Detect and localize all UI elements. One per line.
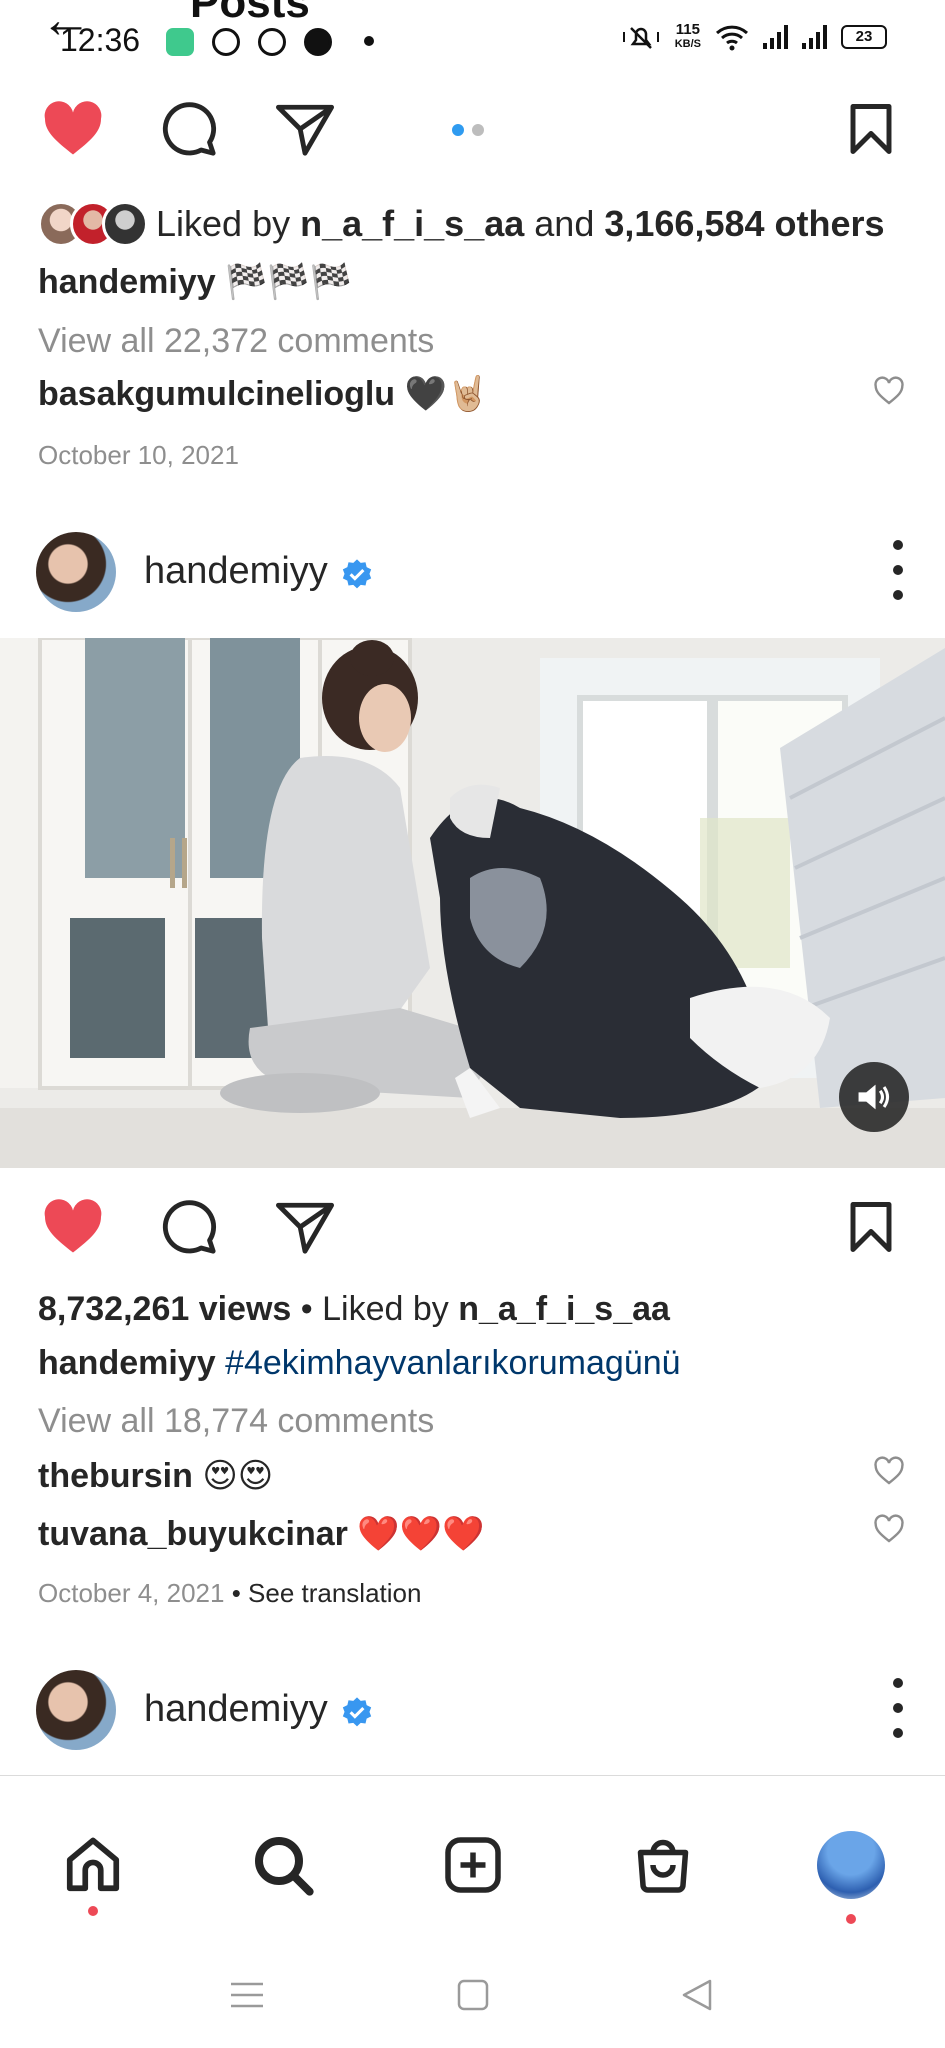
nav-divider: [0, 1775, 945, 1776]
more-options-icon[interactable]: [891, 1678, 905, 1738]
post-date-row: October 4, 2021 • See translation: [38, 1578, 421, 1609]
post-video[interactable]: [0, 638, 945, 1168]
save-button[interactable]: [836, 1192, 906, 1262]
liked-by-text: Liked by n_a_f_i_s_aa and 3,166,584 othe…: [156, 203, 885, 244]
comment-like-icon[interactable]: [873, 1456, 905, 1486]
post-actions: [0, 1192, 945, 1272]
share-button[interactable]: [270, 1192, 340, 1262]
activity-dot: [88, 1906, 98, 1916]
nav-profile[interactable]: [806, 1820, 896, 1924]
status-bar: ← Posts 12:36 115 KB/S 23: [0, 0, 945, 80]
nav-search[interactable]: [238, 1820, 328, 1910]
shopping-bag-icon: [637, 1839, 689, 1893]
share-icon: [276, 104, 334, 156]
page-title: Posts: [190, 0, 310, 27]
see-translation-link[interactable]: • See translation: [224, 1578, 422, 1608]
post-caption: handemiyy 🏁🏁🏁: [38, 263, 353, 301]
home-button[interactable]: [448, 1970, 498, 2020]
facebook-icon: [258, 28, 286, 56]
avatar: [102, 201, 148, 247]
likes-summary[interactable]: Liked by n_a_f_i_s_aa and 3,166,584 othe…: [38, 196, 885, 252]
post-username[interactable]: handemiyy: [144, 1688, 328, 1731]
square-icon: [457, 1979, 489, 2011]
post-caption: handemiyy #4ekimhayvanlarıkorumagünü: [38, 1344, 681, 1383]
like-button[interactable]: [38, 1192, 108, 1262]
carousel-indicator: [452, 124, 484, 136]
facebook-icon: [304, 28, 332, 56]
post-date: October 10, 2021: [38, 440, 239, 470]
activity-dot: [846, 1914, 856, 1924]
video-frame: [0, 638, 945, 1168]
home-icon: [66, 1837, 120, 1892]
comment-button[interactable]: [154, 1192, 224, 1262]
avatar[interactable]: [36, 532, 116, 612]
verified-badge-icon: [342, 559, 372, 589]
triangle-back-icon: [682, 1979, 712, 2011]
comment-like-icon[interactable]: [873, 376, 905, 406]
back-button[interactable]: [672, 1970, 722, 2020]
signal-icon: [763, 25, 788, 49]
save-button[interactable]: [836, 94, 906, 164]
system-navigation-bar: [0, 1950, 945, 2030]
sound-button[interactable]: [839, 1062, 909, 1132]
liked-by-user[interactable]: n_a_f_i_s_aa: [458, 1290, 670, 1328]
view-all-comments[interactable]: View all 22,372 comments: [38, 322, 434, 361]
view-all-comments[interactable]: View all 18,774 comments: [38, 1402, 434, 1441]
network-speed: 115 KB/S: [674, 21, 701, 50]
more-notifications-icon: [364, 36, 374, 46]
post-username[interactable]: handemiyy: [144, 550, 328, 593]
mute-icon: [622, 27, 659, 49]
comment-icon: [162, 102, 216, 156]
comment: basakgumulcinelioglu 🖤🤘🏼: [38, 375, 490, 413]
comment-button[interactable]: [154, 94, 224, 164]
profile-avatar: [817, 1831, 885, 1899]
post-header: handemiyy: [0, 524, 945, 614]
comment-username[interactable]: thebursin: [38, 1457, 193, 1495]
wifi-icon: [715, 25, 749, 51]
comment-icon: [162, 1200, 216, 1254]
comment-username[interactable]: basakgumulcinelioglu: [38, 375, 395, 413]
bookmark-icon: [850, 104, 892, 154]
nav-home[interactable]: [48, 1820, 138, 1916]
comment: thebursin 😍😍: [38, 1457, 274, 1495]
post-actions: [0, 94, 945, 174]
battery-indicator: 23: [841, 25, 887, 49]
search-icon: [255, 1837, 314, 1896]
verified-badge-icon: [342, 1697, 372, 1727]
bookmark-icon: [850, 1202, 892, 1252]
post-date: October 4, 2021: [38, 1578, 225, 1608]
status-time: 12:36: [60, 22, 141, 58]
nav-shop[interactable]: [618, 1820, 708, 1910]
avatar[interactable]: [36, 1670, 116, 1750]
like-button[interactable]: [38, 94, 108, 164]
comment: tuvana_buyukcinar ❤️❤️❤️: [38, 1515, 485, 1553]
post-header: handemiyy: [0, 1662, 945, 1752]
create-post-icon: [445, 1837, 501, 1893]
menu-lines-icon: [231, 1982, 263, 2008]
views-count[interactable]: 8,732,261 views: [38, 1290, 291, 1328]
views-and-likes: 8,732,261 views • Liked by n_a_f_i_s_aa: [38, 1290, 670, 1328]
liked-by-avatars: [38, 201, 148, 247]
share-icon: [276, 1202, 334, 1254]
liked-by-user[interactable]: n_a_f_i_s_aa: [300, 203, 524, 244]
comment-username[interactable]: tuvana_buyukcinar: [38, 1515, 348, 1553]
hashtag-link[interactable]: #4ekimhayvanlarıkorumagünü: [216, 1344, 681, 1382]
likes-count[interactable]: 3,166,584 others: [604, 203, 884, 244]
bottom-nav: [0, 1820, 945, 1930]
caption-username[interactable]: handemiyy: [38, 1344, 216, 1382]
comment-like-icon[interactable]: [873, 1514, 905, 1544]
messenger-icon: [212, 28, 240, 56]
signal-icon: [802, 25, 827, 49]
caption-username[interactable]: handemiyy: [38, 263, 216, 301]
status-indicators: 115 KB/S 23: [621, 22, 887, 52]
nav-create[interactable]: [428, 1820, 518, 1910]
heart-filled-icon: [44, 1199, 102, 1253]
heart-filled-icon: [44, 101, 102, 155]
more-options-icon[interactable]: [891, 540, 905, 600]
app-notification-icon: [166, 28, 194, 56]
share-button[interactable]: [270, 94, 340, 164]
speaker-icon: [858, 1084, 890, 1110]
recent-apps-button[interactable]: [222, 1970, 272, 2020]
